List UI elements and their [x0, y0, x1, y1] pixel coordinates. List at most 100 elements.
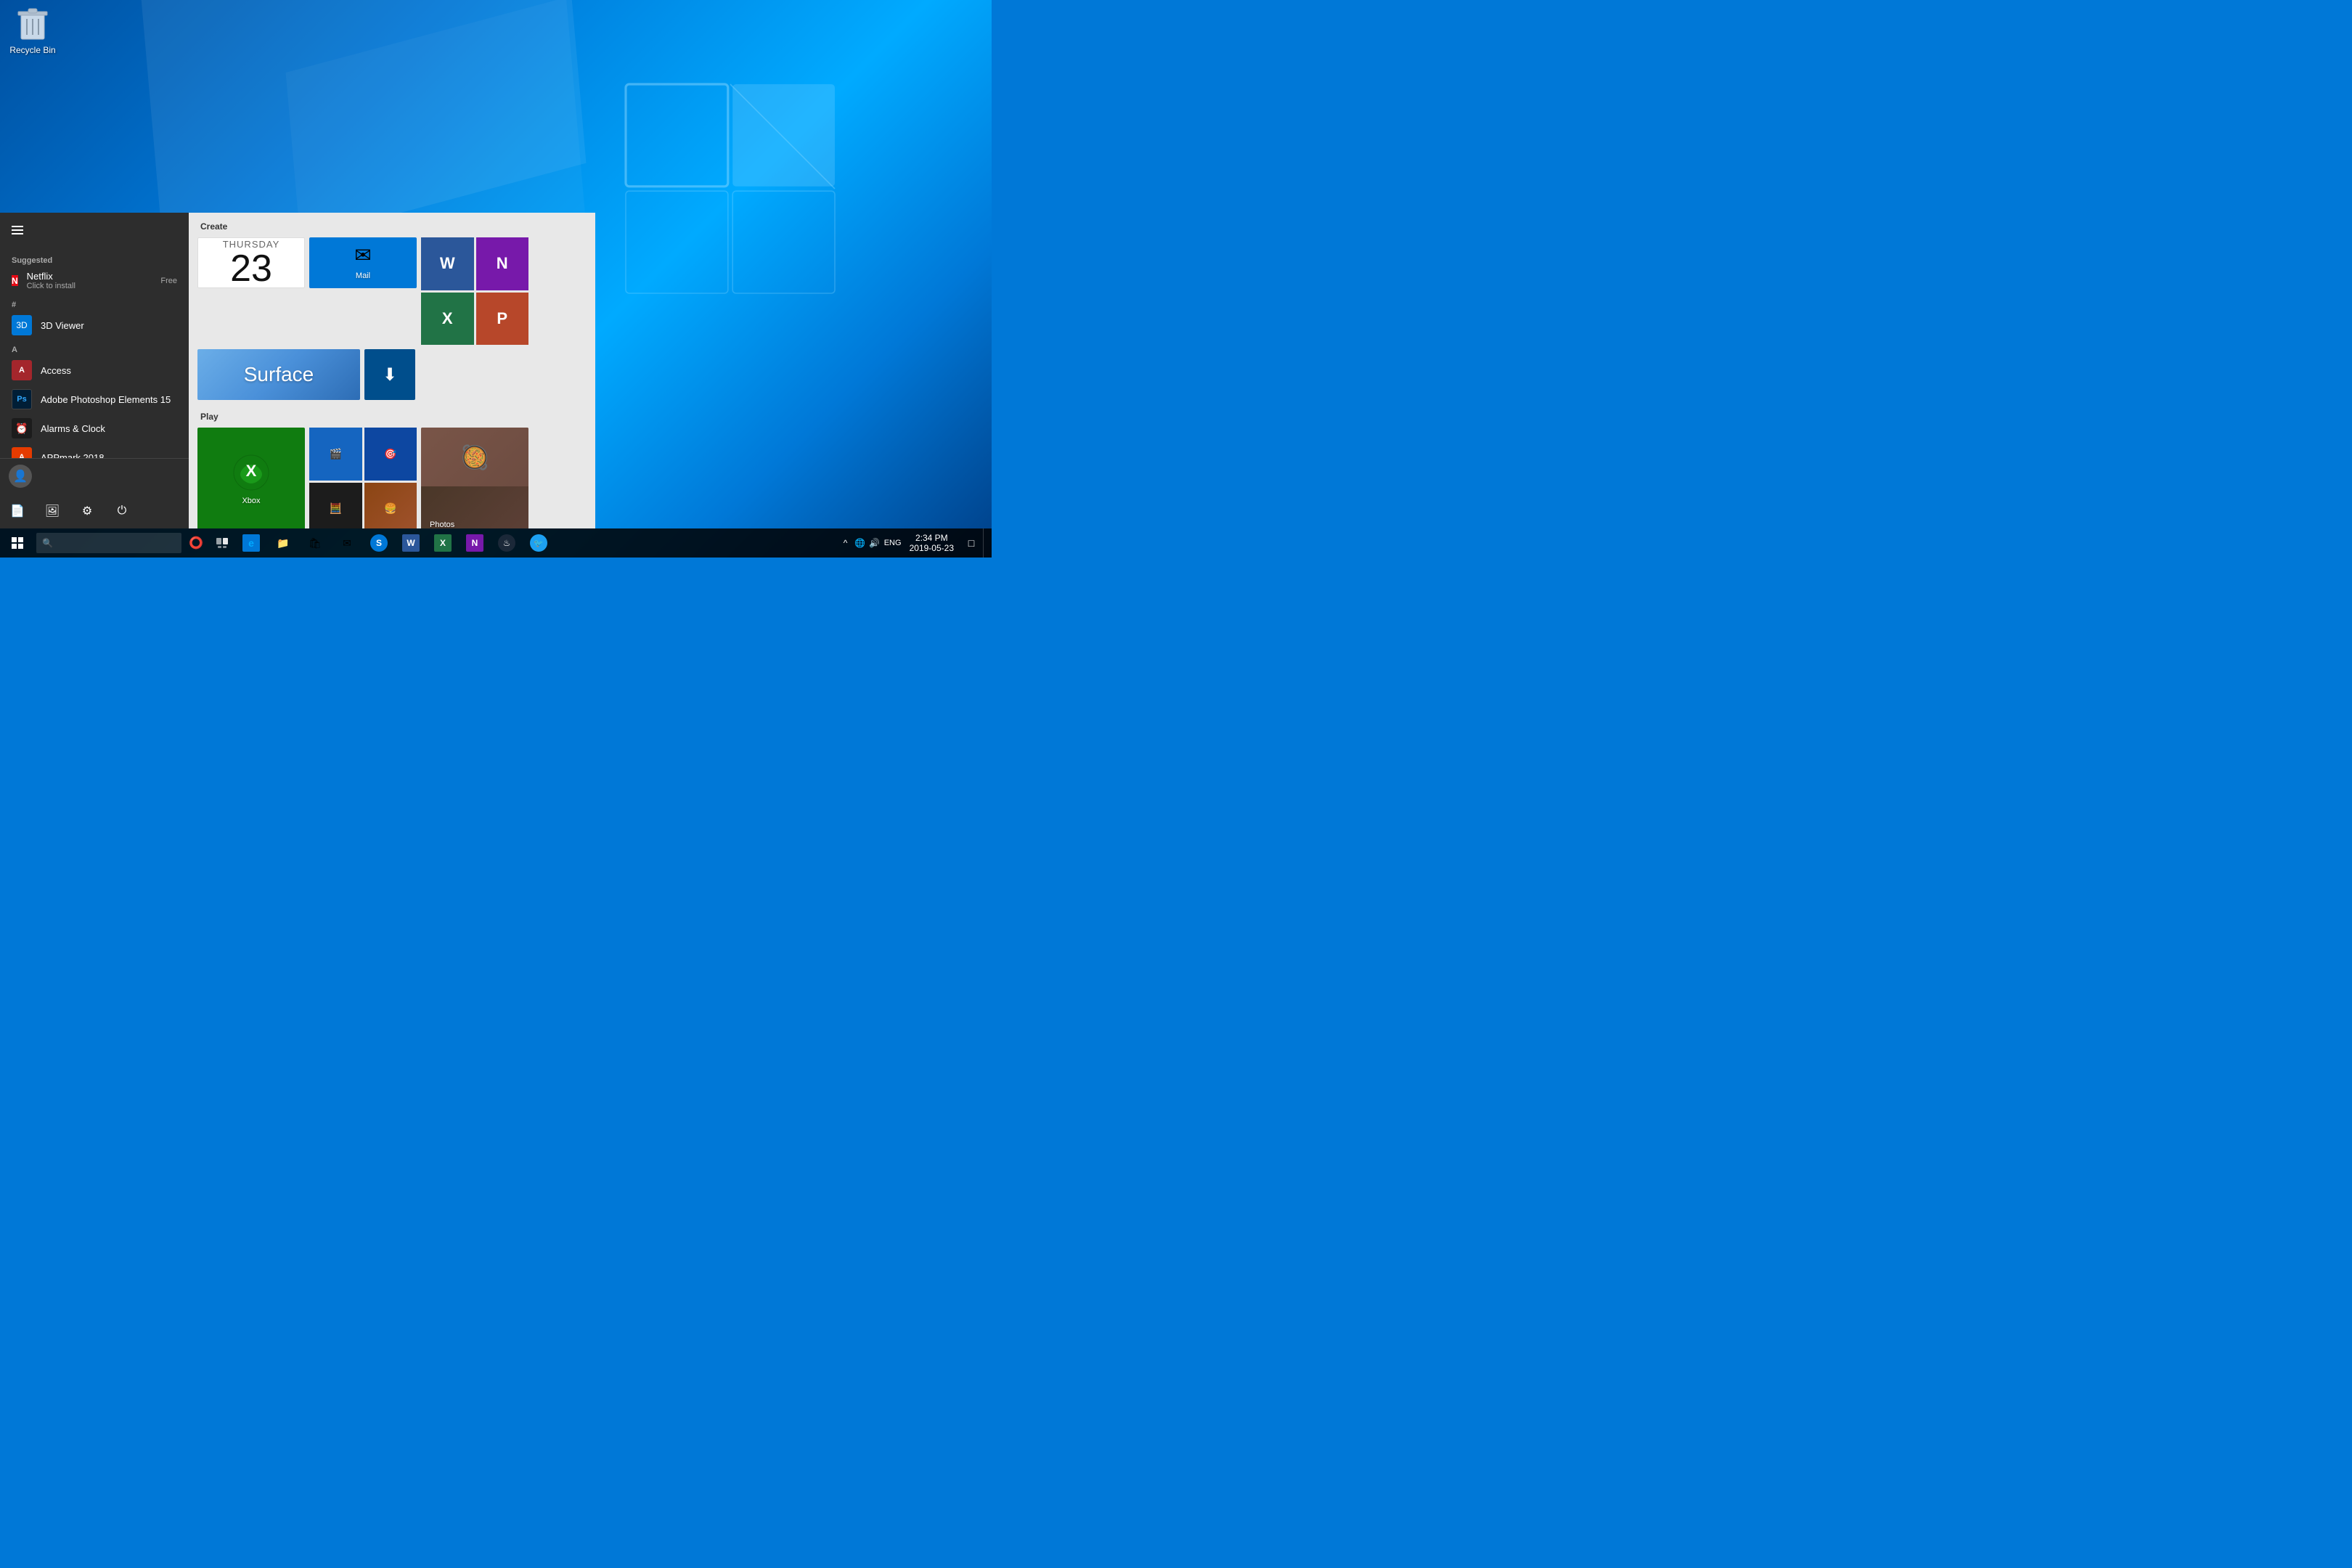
films-tile[interactable]: 🎬: [309, 428, 362, 481]
onenote-tile[interactable]: N: [476, 237, 529, 290]
3dviewer-label: 3D Viewer: [41, 320, 84, 331]
netflix-icon: N: [12, 275, 18, 286]
photos-bg: 🥘: [421, 428, 528, 486]
3dviewer-app-item[interactable]: 3D 3D Viewer: [0, 311, 189, 340]
system-tray: ^ 🌐 🔊 ENG 2:34 PM 2019-05-23 □: [838, 528, 992, 558]
xbox-label: Xbox: [237, 495, 264, 508]
camera-small-tile[interactable]: 🍔: [364, 483, 417, 529]
excel-app-icon: X: [434, 534, 452, 552]
onenote-app-icon: N: [466, 534, 483, 552]
desktop: Recycle Bin Suggested N: [0, 0, 992, 558]
alarms-icon: ⏰: [12, 418, 32, 438]
netflix-app-item[interactable]: N Netflix Click to install Free: [0, 266, 189, 295]
volume-icon-button[interactable]: 🔊: [867, 528, 882, 558]
taskbar-onenote-button[interactable]: N: [459, 528, 491, 558]
start-menu-bottom-icons: 👤 📄 🖼 ⚙ ⏻: [0, 458, 189, 528]
calendar-day-num: 23: [230, 250, 272, 287]
netflix-name: Netflix: [27, 271, 75, 282]
user-avatar-icon: 👤: [13, 469, 28, 483]
alarms-label: Alarms & Clock: [41, 423, 105, 434]
3dviewer-icon: 3D: [12, 315, 32, 335]
documents-button[interactable]: 📄: [0, 494, 35, 528]
clock-button[interactable]: 2:34 PM 2019-05-23: [904, 528, 960, 558]
user-avatar: 👤: [9, 465, 32, 488]
play-row-1: X Xbox 🎬 🎯 🧮 🍔 🥘: [197, 428, 587, 528]
netflix-sublabel: Click to install: [27, 282, 75, 290]
a-section-label: A: [0, 340, 189, 356]
steam-app-icon: ♨: [498, 534, 515, 552]
photoshop-app-item[interactable]: Ps Adobe Photoshop Elements 15: [0, 385, 189, 414]
play-section: Play X Xbox 🎬 🎯: [197, 412, 587, 528]
hamburger-button[interactable]: [0, 213, 35, 248]
start-menu-tiles-panel: Create Thursday 23 ✉ Mail W N: [189, 213, 595, 528]
recycle-bin-label: Recycle Bin: [9, 45, 55, 55]
user-profile-row[interactable]: 👤: [0, 459, 189, 494]
network-icon-button[interactable]: 🌐: [853, 528, 867, 558]
recycle-bin-icon[interactable]: Recycle Bin: [7, 7, 58, 55]
alarms-app-item[interactable]: ⏰ Alarms & Clock: [0, 414, 189, 443]
word-tile[interactable]: W: [421, 237, 474, 290]
documents-icon: 📄: [10, 504, 25, 518]
taskbar-store-button[interactable]: 🛍: [299, 528, 331, 558]
taskbar-edge-button[interactable]: e: [235, 528, 267, 558]
mail-icon: ✉: [354, 243, 371, 267]
pictures-button[interactable]: 🖼: [35, 494, 70, 528]
access-app-item[interactable]: A Access: [0, 356, 189, 385]
groove-tile[interactable]: 🎯: [364, 428, 417, 481]
search-box[interactable]: 🔍: [36, 533, 181, 553]
appmark-label: APPmark 2018: [41, 452, 104, 459]
taskbar-word-button[interactable]: W: [395, 528, 427, 558]
create-label: Create: [197, 221, 587, 232]
settings-icon: ⚙: [82, 504, 92, 518]
taskbar-excel-button[interactable]: X: [427, 528, 459, 558]
show-desktop-button[interactable]: [983, 528, 989, 558]
suggested-label: Suggested: [0, 250, 189, 266]
notification-icon: □: [968, 537, 974, 549]
create-section: Create Thursday 23 ✉ Mail W N: [197, 221, 587, 400]
chevron-up-icon: ^: [844, 538, 848, 548]
powerpoint-tile[interactable]: P: [476, 293, 529, 346]
clock-time: 2:34 PM: [915, 533, 948, 543]
taskbar-skype-button[interactable]: S: [363, 528, 395, 558]
network-icon: 🌐: [854, 538, 865, 548]
appmark-app-item[interactable]: A APPmark 2018: [0, 443, 189, 458]
photoshop-label: Adobe Photoshop Elements 15: [41, 394, 171, 405]
taskbar: 🔍 ⭕ e: [0, 528, 992, 558]
access-icon: A: [12, 360, 32, 380]
taskbar-mail-button[interactable]: ✉: [331, 528, 363, 558]
download-tile[interactable]: ⬇: [364, 349, 415, 400]
settings-button[interactable]: ⚙: [70, 494, 105, 528]
photos-tile[interactable]: 🥘 Photos: [421, 428, 528, 528]
store-app-icon: 🛍: [306, 534, 324, 552]
task-view-button[interactable]: [209, 528, 235, 558]
excel-tile[interactable]: X: [421, 293, 474, 346]
task-view-icon: [216, 538, 228, 548]
power-button[interactable]: ⏻: [105, 494, 139, 528]
systray-chevron-button[interactable]: ^: [838, 528, 853, 558]
mail-tile[interactable]: ✉ Mail: [309, 237, 417, 288]
xbox-tile[interactable]: X Xbox: [197, 428, 305, 528]
cortana-button[interactable]: ⭕: [183, 528, 209, 558]
create-row-2: Surface ⬇: [197, 349, 587, 400]
file-explorer-app-icon: 📁: [274, 534, 292, 552]
start-button[interactable]: [0, 528, 35, 558]
appmark-icon: A: [12, 447, 32, 458]
volume-icon: 🔊: [869, 538, 880, 548]
calc-small-tile[interactable]: 🧮: [309, 483, 362, 529]
word-app-icon: W: [402, 534, 420, 552]
taskbar-twitter-button[interactable]: 🐦: [523, 528, 555, 558]
svg-text:X: X: [246, 462, 257, 480]
surface-text: Surface: [244, 363, 314, 386]
notification-center-button[interactable]: □: [960, 528, 983, 558]
surface-tile[interactable]: Surface: [197, 349, 360, 400]
language-label: ENG: [884, 539, 902, 547]
taskbar-steam-button[interactable]: ♨: [491, 528, 523, 558]
photos-label: Photos: [425, 519, 459, 528]
media-tiles-grid: 🎬 🎯 🧮 🍔: [309, 428, 417, 528]
taskbar-file-explorer-button[interactable]: 📁: [267, 528, 299, 558]
create-row-1: Thursday 23 ✉ Mail W N X P: [197, 237, 587, 345]
search-icon: 🔍: [42, 538, 53, 548]
calendar-tile[interactable]: Thursday 23: [197, 237, 305, 288]
start-app-list: Suggested N Netflix Click to install Fre…: [0, 248, 189, 458]
language-button[interactable]: ENG: [882, 528, 904, 558]
